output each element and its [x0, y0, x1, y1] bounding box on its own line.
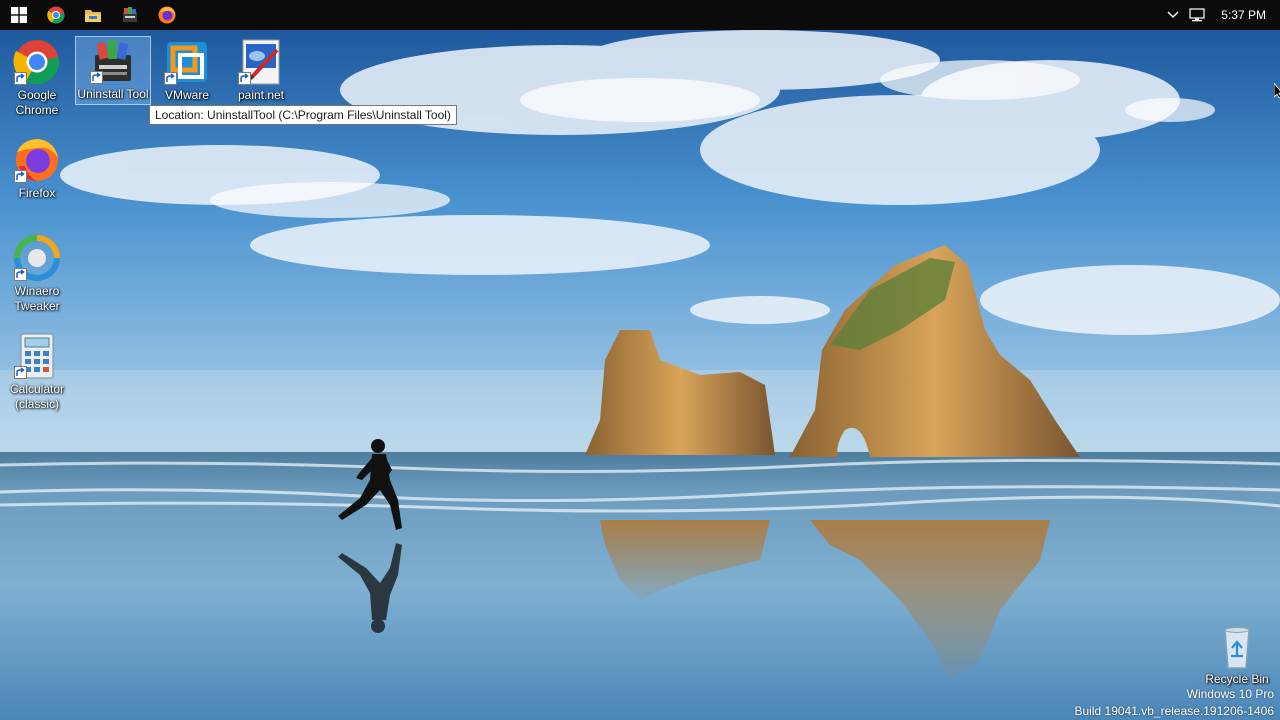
- taskbar-firefox[interactable]: [148, 0, 185, 30]
- start-button[interactable]: [0, 0, 37, 30]
- windows-build-watermark: Build 19041.vb_release.191206-1406: [1074, 704, 1275, 718]
- taskbar-uninstall-tool[interactable]: [111, 0, 148, 30]
- desktop-icon-label: Winaero Tweaker: [14, 284, 60, 313]
- chevron-up-icon: [1167, 11, 1179, 18]
- mouse-cursor-icon: [1273, 81, 1280, 104]
- desktop-icon-calculator-classic[interactable]: Calculator (classic): [0, 332, 74, 412]
- desktop-icon-label: paint.net: [237, 88, 285, 102]
- desktop-icon-label: VMware: [164, 88, 209, 102]
- shortcut-arrow-icon: [14, 366, 27, 379]
- desktop-icon-label: Google Chrome: [15, 88, 59, 117]
- windows-logo-icon: [10, 7, 27, 23]
- shortcut-arrow-icon: [90, 71, 103, 84]
- shortcut-arrow-icon: [238, 72, 251, 85]
- desktop-icon-firefox[interactable]: Firefox: [0, 136, 74, 201]
- desktop-icon-recycle-bin[interactable]: Recycle Bin: [1200, 626, 1274, 687]
- desktop-screen: 5:37 PM Google Chrome Uninstall Tool VMw…: [0, 0, 1280, 720]
- desktop-icon-label: Recycle Bin: [1205, 672, 1269, 686]
- desktop-icon-paintnet[interactable]: paint.net: [224, 38, 298, 103]
- recycle-bin-icon: [1224, 627, 1250, 669]
- taskbar-clock[interactable]: 5:37 PM: [1209, 8, 1280, 22]
- desktop-icon-label: Calculator (classic): [9, 382, 65, 411]
- shortcut-arrow-icon: [14, 72, 27, 85]
- shortcut-arrow-icon: [14, 170, 27, 183]
- network-icon: [1189, 8, 1205, 22]
- shortcut-arrow-icon: [14, 268, 27, 281]
- desktop-icon-label: Uninstall Tool: [77, 87, 149, 101]
- chrome-icon: [46, 6, 65, 24]
- system-tray: 5:37 PM: [1161, 0, 1280, 30]
- uninstall-tool-icon: [122, 7, 137, 22]
- network-button[interactable]: [1185, 0, 1209, 30]
- taskbar: 5:37 PM: [0, 0, 1280, 30]
- shortcut-arrow-icon: [164, 72, 177, 85]
- windows-edition-watermark: Windows 10 Pro: [1186, 687, 1274, 701]
- taskbar-chrome[interactable]: [37, 0, 74, 30]
- icon-location-tooltip: Location: UninstallTool (C:\Program File…: [149, 105, 457, 125]
- desktop-icon-vmware[interactable]: VMware: [150, 38, 224, 103]
- desktop-icon-google-chrome[interactable]: Google Chrome: [0, 38, 74, 118]
- taskbar-file-explorer[interactable]: [74, 0, 111, 30]
- desktop-icon-label: Firefox: [18, 186, 56, 200]
- folder-icon: [84, 10, 101, 22]
- desktop-icon-winaero-tweaker[interactable]: Winaero Tweaker: [0, 234, 74, 314]
- desktop-icon-uninstall-tool[interactable]: Uninstall Tool: [75, 36, 151, 105]
- show-hidden-icons-button[interactable]: [1161, 0, 1185, 30]
- firefox-icon: [158, 6, 175, 24]
